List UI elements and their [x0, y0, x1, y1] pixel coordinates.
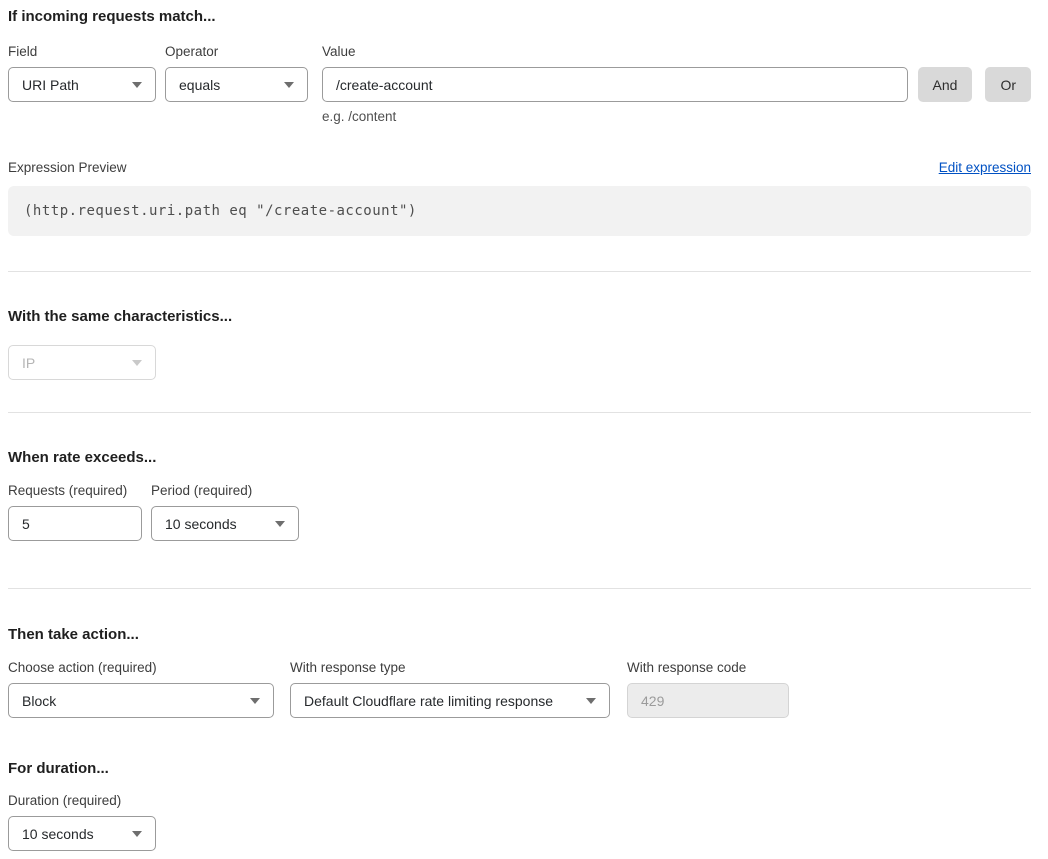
response-code-input [627, 683, 789, 718]
duration-column: Duration (required) 10 seconds [8, 793, 156, 851]
field-select[interactable]: URI Path [8, 67, 156, 102]
section-divider [8, 271, 1031, 272]
requests-label: Requests (required) [8, 483, 142, 499]
period-select-value: 10 seconds [165, 516, 237, 532]
response-code-label: With response code [627, 660, 789, 676]
chevron-down-icon [586, 698, 596, 704]
expression-preview-header: Expression Preview Edit expression [8, 160, 1031, 176]
logic-buttons: And Or [918, 44, 1031, 102]
expression-code-text: (http.request.uri.path eq "/create-accou… [24, 203, 417, 219]
section-divider [8, 588, 1031, 589]
choose-action-column: Choose action (required) Block [8, 660, 274, 718]
operator-label: Operator [165, 44, 308, 60]
requests-column: Requests (required) [8, 483, 142, 541]
operator-select-value: equals [179, 77, 220, 93]
value-label: Value [322, 44, 908, 60]
edit-expression-link[interactable]: Edit expression [939, 160, 1031, 176]
field-select-value: URI Path [22, 77, 79, 93]
action-select[interactable]: Block [8, 683, 274, 718]
expression-preview-label: Expression Preview [8, 160, 127, 176]
chevron-down-icon [132, 831, 142, 837]
characteristic-select: IP [8, 345, 156, 380]
action-row: Choose action (required) Block With resp… [8, 660, 1031, 718]
response-type-select[interactable]: Default Cloudflare rate limiting respons… [290, 683, 610, 718]
operator-select[interactable]: equals [165, 67, 308, 102]
period-select[interactable]: 10 seconds [151, 506, 299, 541]
action-select-value: Block [22, 693, 56, 709]
value-hint: e.g. /content [322, 109, 908, 125]
section-divider [8, 412, 1031, 413]
match-builder-row: Field URI Path Operator equals Value e.g… [8, 44, 1031, 125]
section-heading-duration: For duration... [8, 760, 1031, 777]
section-heading-rate: When rate exceeds... [8, 449, 1031, 466]
chevron-down-icon [132, 360, 142, 366]
operator-column: Operator equals [165, 44, 308, 102]
field-label: Field [8, 44, 156, 60]
duration-select[interactable]: 10 seconds [8, 816, 156, 851]
rate-limiting-rule-form: If incoming requests match... Field URI … [0, 0, 1048, 859]
duration-select-value: 10 seconds [22, 826, 94, 842]
and-button[interactable]: And [918, 67, 973, 102]
response-type-label: With response type [290, 660, 610, 676]
section-heading-characteristics: With the same characteristics... [8, 308, 1031, 325]
section-heading-action: Then take action... [8, 626, 1031, 643]
duration-row: Duration (required) 10 seconds [8, 793, 1031, 851]
field-column: Field URI Path [8, 44, 156, 102]
response-code-column: With response code [627, 660, 789, 718]
section-heading-incoming-requests: If incoming requests match... [8, 8, 1031, 25]
expression-preview-code: (http.request.uri.path eq "/create-accou… [8, 186, 1031, 236]
requests-input[interactable] [8, 506, 142, 541]
response-type-column: With response type Default Cloudflare ra… [290, 660, 610, 718]
characteristics-row: IP [8, 345, 1031, 380]
period-column: Period (required) 10 seconds [151, 483, 299, 541]
chevron-down-icon [132, 82, 142, 88]
choose-action-label: Choose action (required) [8, 660, 274, 676]
chevron-down-icon [275, 521, 285, 527]
or-button[interactable]: Or [985, 67, 1031, 102]
chevron-down-icon [250, 698, 260, 704]
chevron-down-icon [284, 82, 294, 88]
characteristic-select-value: IP [22, 355, 35, 371]
response-type-select-value: Default Cloudflare rate limiting respons… [304, 693, 553, 709]
value-input[interactable] [322, 67, 908, 102]
duration-label: Duration (required) [8, 793, 156, 809]
period-label: Period (required) [151, 483, 299, 499]
value-column: Value e.g. /content [322, 44, 908, 125]
rate-row: Requests (required) Period (required) 10… [8, 483, 1031, 541]
